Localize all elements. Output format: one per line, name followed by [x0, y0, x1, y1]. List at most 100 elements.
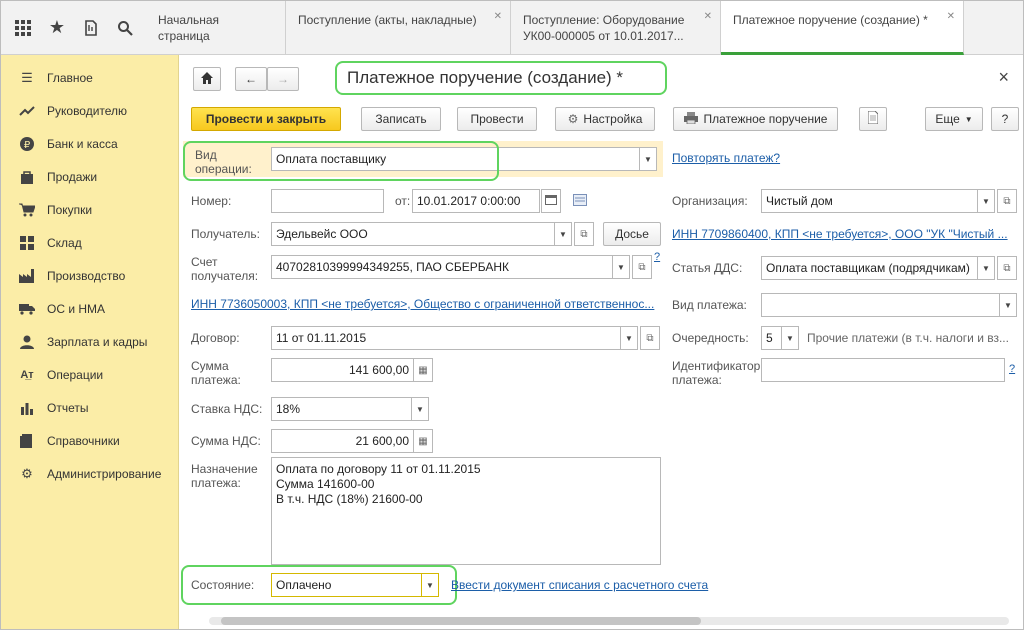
recipient-inn-link[interactable]: ИНН 7736050003, КПП <не требуется>, Обще…: [191, 297, 663, 311]
organization-field[interactable]: Чистый дом: [761, 189, 979, 213]
sidebar-item-bank[interactable]: ₽ Банк и касса: [1, 127, 178, 160]
tab-bar: Начальная страница Поступление (акты, на…: [146, 1, 1023, 55]
account-dropdown[interactable]: ▼: [612, 255, 630, 279]
vat-sum-calculator-button[interactable]: ▦: [413, 429, 433, 453]
contract-open-button[interactable]: ⧉: [640, 326, 660, 350]
sidebar-item-admin[interactable]: ⚙ Администрирование: [1, 457, 178, 490]
printer-icon: [683, 111, 698, 127]
sidebar-item-label: Справочники: [47, 433, 120, 448]
sidebar-item-salary[interactable]: Зарплата и кадры: [1, 325, 178, 358]
number-label: Номер:: [191, 194, 232, 208]
calendar-button[interactable]: [541, 189, 561, 213]
favorites-star-icon[interactable]: ★: [45, 16, 69, 40]
post-and-close-button[interactable]: Провести и закрыть: [191, 107, 341, 131]
sidebar-item-warehouse[interactable]: Склад: [1, 226, 178, 259]
help-button[interactable]: ?: [991, 107, 1019, 131]
vat-rate-label: Ставка НДС:: [191, 402, 263, 416]
payment-type-field[interactable]: [761, 293, 1017, 317]
close-icon[interactable]: ✕: [494, 9, 502, 25]
sidebar-item-main[interactable]: ☰ Главное: [1, 61, 178, 94]
organization-open-button[interactable]: ⧉: [997, 189, 1017, 213]
close-icon[interactable]: ✕: [947, 9, 955, 25]
factory-icon: [19, 268, 35, 284]
organization-dropdown[interactable]: ▼: [977, 189, 995, 213]
sidebar-item-reports[interactable]: Отчеты: [1, 391, 178, 424]
forward-button[interactable]: →: [267, 67, 299, 91]
history-icon[interactable]: [79, 16, 103, 40]
tab-receipts[interactable]: Поступление (акты, накладные) ✕: [286, 1, 511, 55]
writeoff-document-link[interactable]: Ввести документ списания с расчетного сч…: [451, 578, 708, 592]
payment-id-input[interactable]: [761, 358, 1005, 382]
more-label: Еще: [935, 112, 960, 126]
payment-id-label: Идентификатор платежа:: [672, 359, 761, 387]
sidebar-item-assets[interactable]: ОС и НМА: [1, 292, 178, 325]
priority-field[interactable]: 5: [761, 326, 783, 350]
date-input[interactable]: 10.01.2017 0:00:00: [412, 189, 540, 213]
home-button[interactable]: [193, 67, 221, 91]
document-form: ← → Платежное поручение (создание) * × П…: [179, 55, 1023, 629]
scrollbar-thumb[interactable]: [221, 617, 701, 625]
payment-type-dropdown[interactable]: ▼: [999, 293, 1017, 317]
sidebar-item-manager[interactable]: Руководителю: [1, 94, 178, 127]
close-form-button[interactable]: ×: [998, 67, 1009, 88]
calculator-icon[interactable]: [573, 194, 587, 209]
close-icon[interactable]: ✕: [704, 9, 712, 25]
amount-input[interactable]: 141 600,00: [271, 358, 414, 382]
open-icon: ⧉: [1003, 262, 1011, 274]
operation-type-dropdown[interactable]: ▼: [639, 147, 657, 171]
document-icon-button[interactable]: [859, 107, 887, 131]
dossier-button[interactable]: Досье: [603, 222, 661, 246]
purpose-textarea[interactable]: Оплата по договору 11 от 01.11.2015 Сумм…: [271, 457, 661, 565]
vat-rate-dropdown[interactable]: ▼: [411, 397, 429, 421]
tab-label: Поступление (акты, накладные): [298, 13, 477, 27]
repeat-payment-link[interactable]: Повторять платеж?: [672, 151, 780, 165]
tab-receipt-equipment[interactable]: Поступление: Оборудование УК00-000005 от…: [511, 1, 721, 55]
tab-label: Платежное поручение (создание) *: [733, 13, 928, 27]
svg-text:₽: ₽: [24, 140, 31, 151]
account-help-link[interactable]: ?: [654, 251, 660, 263]
print-payment-order-button[interactable]: Платежное поручение: [673, 107, 838, 131]
priority-dropdown[interactable]: ▼: [781, 326, 799, 350]
recipient-dropdown[interactable]: ▼: [554, 222, 572, 246]
sidebar-item-sales[interactable]: Продажи: [1, 160, 178, 193]
sidebar-item-purchases[interactable]: Покупки: [1, 193, 178, 226]
recipient-label: Получатель:: [191, 227, 260, 241]
contract-field[interactable]: 11 от 01.11.2015: [271, 326, 622, 350]
dds-field[interactable]: Оплата поставщикам (подрядчикам): [761, 256, 979, 280]
recipient-field[interactable]: Эдельвейс ООО: [271, 222, 556, 246]
status-dropdown[interactable]: ▼: [421, 573, 439, 597]
tab-home[interactable]: Начальная страница: [146, 1, 286, 55]
account-field[interactable]: 40702810399994349255, ПАО СБЕРБАНК: [271, 255, 614, 279]
recipient-open-button[interactable]: ⧉: [574, 222, 594, 246]
save-button[interactable]: Записать: [361, 107, 441, 131]
payment-id-help-link[interactable]: ?: [1009, 363, 1015, 375]
post-button[interactable]: Провести: [457, 107, 537, 131]
horizontal-scrollbar[interactable]: [209, 617, 1009, 625]
sidebar-item-label: Продажи: [47, 169, 98, 184]
organization-inn-link[interactable]: ИНН 7709860400, КПП <не требуется>, ООО …: [672, 227, 1014, 241]
chevron-down-icon: ▼: [426, 580, 434, 590]
tab-payment-order[interactable]: Платежное поручение (создание) * ✕: [721, 1, 964, 55]
top-toolbar: ★: [1, 1, 146, 55]
sidebar-item-production[interactable]: Производство: [1, 259, 178, 292]
amount-calculator-button[interactable]: ▦: [413, 358, 433, 382]
sidebar-item-label: Зарплата и кадры: [47, 334, 148, 349]
account-open-button[interactable]: ⧉: [632, 255, 652, 279]
number-input[interactable]: [271, 189, 384, 213]
barchart-icon: [19, 400, 35, 416]
vat-sum-input[interactable]: 21 600,00: [271, 429, 414, 453]
status-field[interactable]: Оплачено: [271, 573, 423, 597]
apps-grid-icon[interactable]: [11, 16, 35, 40]
search-icon[interactable]: [113, 16, 137, 40]
more-button[interactable]: Еще ▼: [925, 107, 983, 131]
document-icon: [867, 110, 879, 127]
sidebar-item-references[interactable]: Справочники: [1, 424, 178, 457]
dds-open-button[interactable]: ⧉: [997, 256, 1017, 280]
settings-button[interactable]: ⚙ Настройка: [555, 107, 655, 131]
back-button[interactable]: ←: [235, 67, 267, 91]
sidebar-item-operations[interactable]: А̲т Операции: [1, 358, 178, 391]
contract-dropdown[interactable]: ▼: [620, 326, 638, 350]
operation-type-field[interactable]: Оплата поставщику: [271, 147, 641, 171]
vat-rate-field[interactable]: 18%: [271, 397, 413, 421]
dds-dropdown[interactable]: ▼: [977, 256, 995, 280]
